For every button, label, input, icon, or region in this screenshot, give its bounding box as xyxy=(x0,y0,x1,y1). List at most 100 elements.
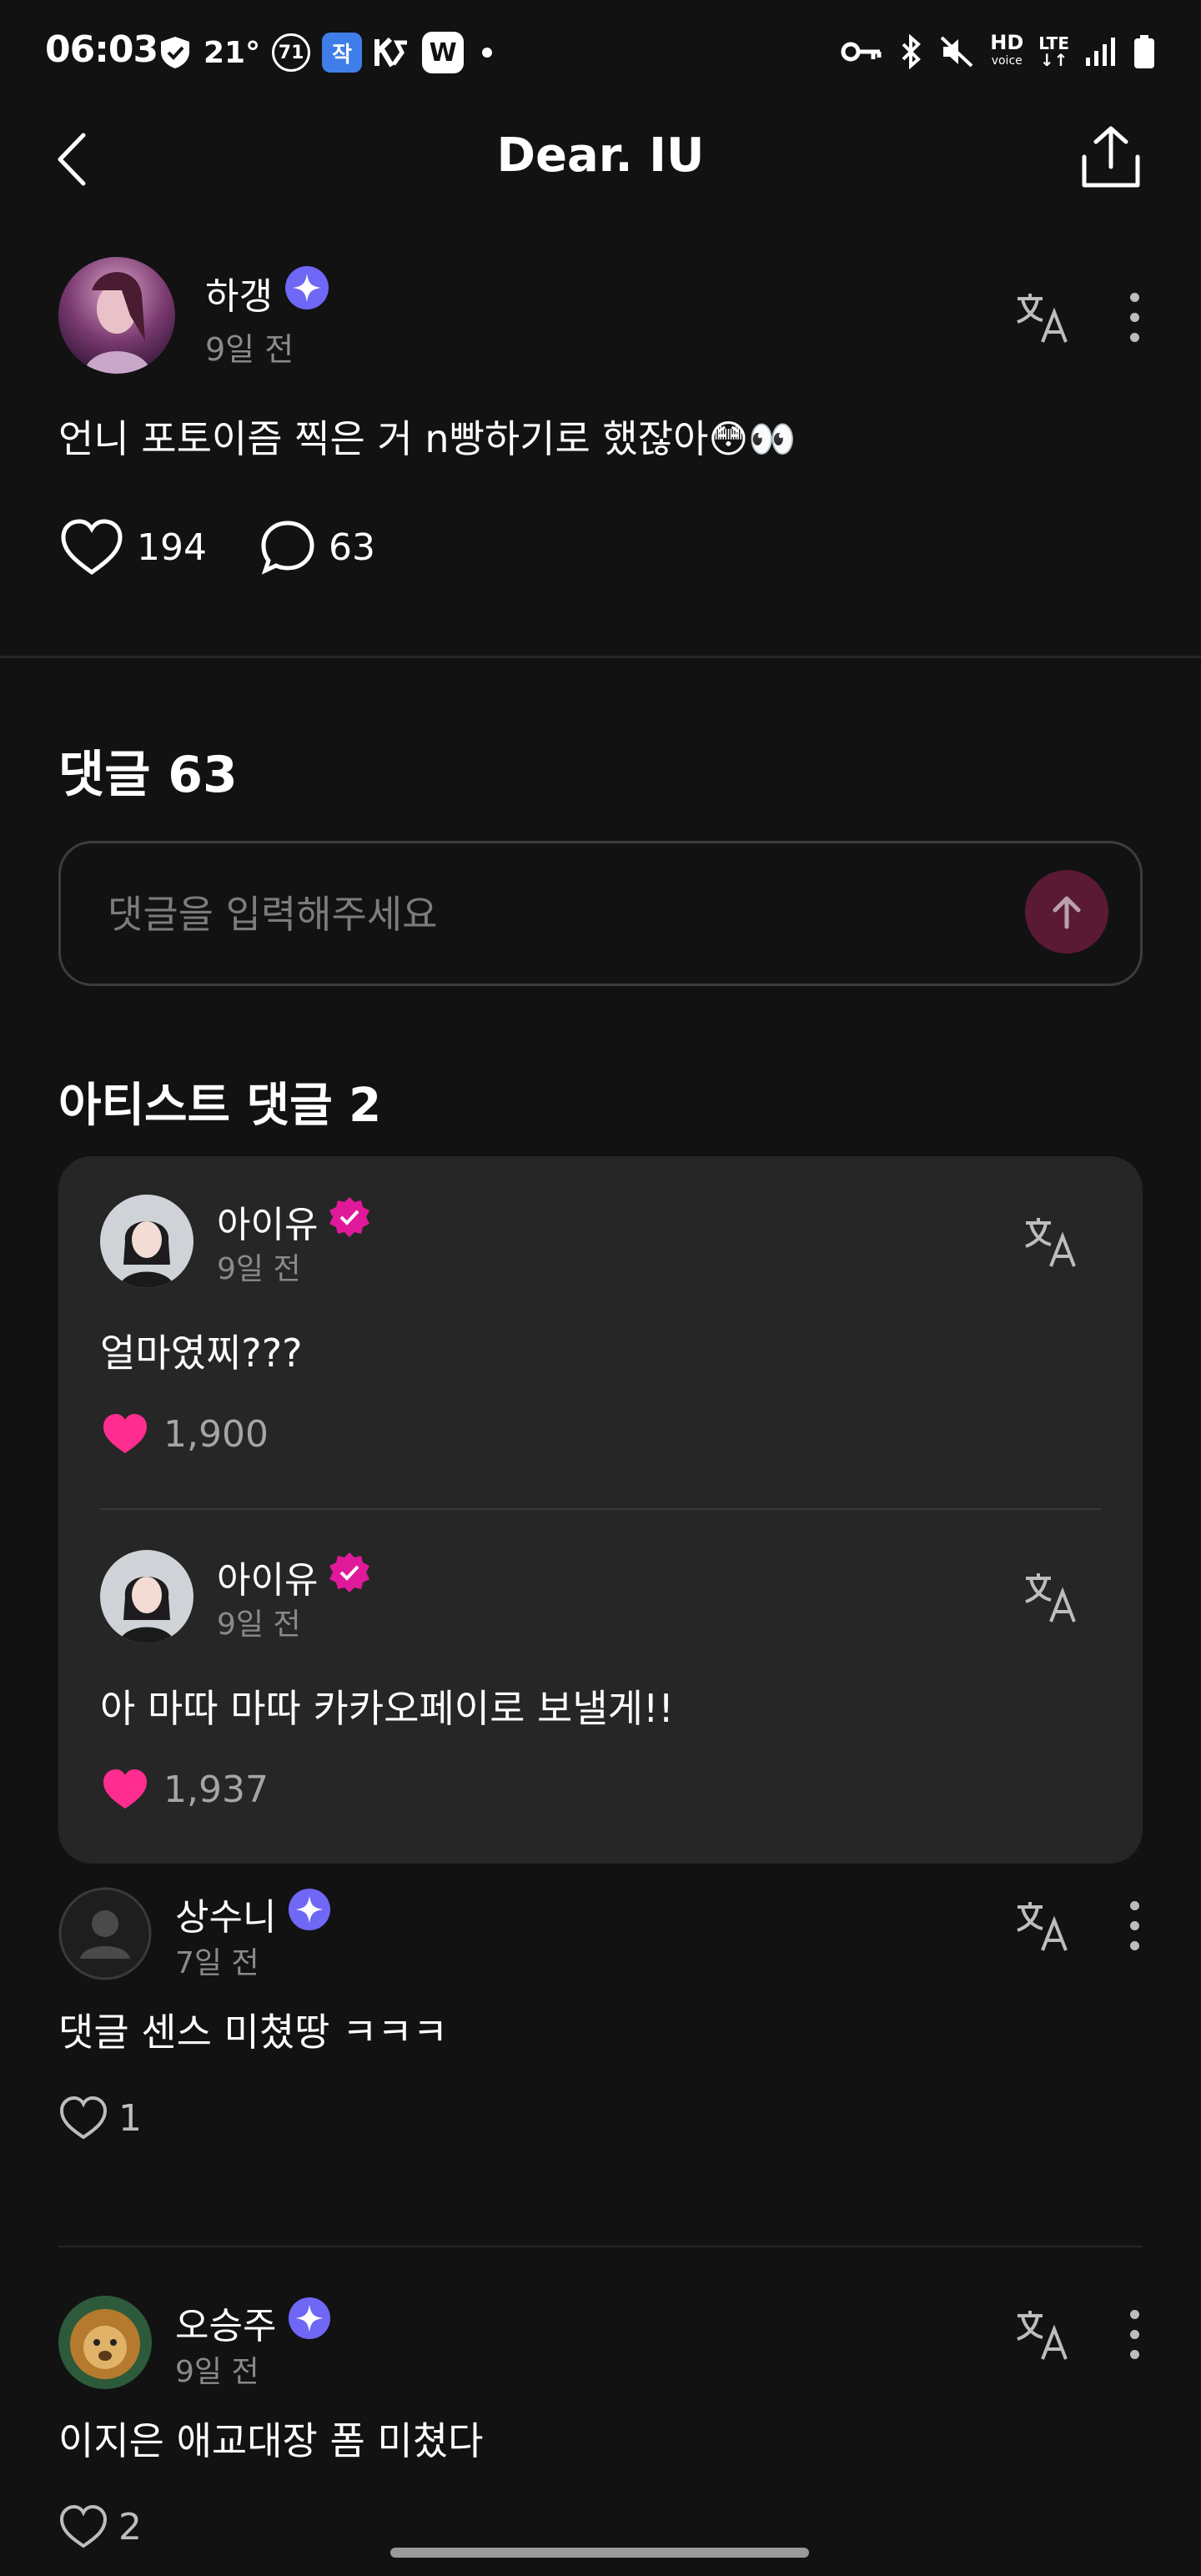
artist-like-button[interactable]: 1,900 xyxy=(100,1411,269,1457)
artist-comments-card: 아이유 9일 전 얼마였찌??? 1,900 아이유 9일 전 아 마따 마따 … xyxy=(58,1156,1143,1864)
shield-check-icon xyxy=(158,35,192,70)
more-dot-icon xyxy=(1129,292,1139,302)
card-divider xyxy=(100,1508,1101,1510)
ks-app-icon xyxy=(374,36,410,69)
comment-divider xyxy=(58,2246,1143,2247)
artist-like-count: 1,937 xyxy=(163,1768,269,1811)
bluetooth-icon xyxy=(898,34,923,69)
hd-voice-icon: HD voice xyxy=(990,31,1024,68)
like-count: 194 xyxy=(137,526,207,569)
artist-like-button[interactable]: 1,937 xyxy=(100,1767,269,1812)
member-badge-icon xyxy=(288,2297,331,2349)
comment-button[interactable]: 63 xyxy=(259,518,375,576)
commenter-avatar[interactable] xyxy=(58,2296,152,2389)
comment-input[interactable] xyxy=(108,885,942,943)
more-dot-icon xyxy=(1129,312,1139,322)
commenter-name-text[interactable]: 상수니 xyxy=(175,1887,276,1940)
post-time: 9일 전 xyxy=(205,331,294,368)
heart-filled-icon xyxy=(103,1769,147,1809)
artist-comment-text: 아 마따 마따 카카오페이로 보낼게!! xyxy=(100,1686,674,1731)
mute-icon xyxy=(938,34,975,69)
w-app-icon: W xyxy=(422,32,465,73)
post-author-name[interactable]: 하갱 xyxy=(205,266,273,319)
commenter-name: 오승주 xyxy=(175,2296,331,2349)
author-avatar[interactable] xyxy=(58,257,175,374)
commenter-avatar[interactable] xyxy=(58,1887,152,1980)
post-text: 언니 포토이즘 찍은 거 n빵하기로 했잖아😳👀 xyxy=(58,416,796,461)
vpn-key-icon xyxy=(840,39,883,64)
translate-icon xyxy=(1017,294,1068,343)
translate-icon xyxy=(1025,1218,1076,1267)
translate-button[interactable] xyxy=(1013,2304,1073,2364)
comment-bubble-icon xyxy=(261,521,314,575)
page-title: Dear. IU xyxy=(496,128,705,183)
comment-time: 7일 전 xyxy=(175,1946,259,1980)
like-button[interactable]: 194 xyxy=(58,517,207,577)
comment-like-count: 1 xyxy=(118,2096,142,2140)
translate-icon xyxy=(1017,1902,1068,1951)
comment-input-box xyxy=(58,841,1143,986)
comment-text: 댓글 센스 미쳤땅 ㅋㅋㅋ xyxy=(58,2010,449,2055)
comment-like-button[interactable]: 2 xyxy=(58,2504,142,2549)
heart-filled-icon xyxy=(103,1414,147,1453)
member-badge-icon xyxy=(284,265,329,319)
artist-name-text[interactable]: 아이유 xyxy=(217,1550,318,1603)
more-options-button[interactable] xyxy=(1122,2304,1147,2364)
more-options-button[interactable] xyxy=(1122,287,1147,347)
artist-comment-text: 얼마였찌??? xyxy=(100,1331,303,1376)
more-notifications-dot-icon xyxy=(482,48,493,58)
artist-avatar[interactable] xyxy=(100,1195,193,1288)
more-options-button[interactable] xyxy=(1122,1895,1147,1955)
heart-outline-icon xyxy=(59,2504,108,2548)
home-indicator[interactable] xyxy=(390,2548,809,2558)
send-button[interactable] xyxy=(1025,870,1108,953)
translate-button[interactable] xyxy=(1021,1211,1081,1271)
app-header: Dear. IU xyxy=(0,100,1201,217)
artist-comment-time: 9일 전 xyxy=(217,1252,301,1286)
artist-name: 아이유 xyxy=(217,1550,371,1603)
comments-title: 댓글 63 xyxy=(58,746,238,804)
more-dot-icon xyxy=(1129,1900,1139,1910)
commenter-name: 상수니 xyxy=(175,1887,331,1940)
more-dot-icon xyxy=(1129,1920,1139,1930)
member-badge-icon xyxy=(288,1888,331,1940)
signal-icon xyxy=(1084,36,1118,68)
section-divider xyxy=(0,656,1201,658)
status-count-badge: 71 xyxy=(272,33,311,72)
status-time: 06:03 xyxy=(45,28,158,71)
artist-like-count: 1,900 xyxy=(163,1412,269,1456)
post-stats: 194 63 xyxy=(58,517,375,577)
comment-like-button[interactable]: 1 xyxy=(58,2096,142,2141)
artist-avatar[interactable] xyxy=(100,1550,193,1643)
translate-button[interactable] xyxy=(1021,1567,1081,1627)
status-right-icons: HD voice LTE ↓↑ xyxy=(840,33,1156,70)
more-dot-icon xyxy=(1129,2329,1139,2339)
commenter-name-text[interactable]: 오승주 xyxy=(175,2296,276,2349)
artist-name: 아이유 xyxy=(217,1195,371,1248)
translate-icon xyxy=(1017,2311,1068,2360)
artist-verified-badge-icon xyxy=(328,1195,371,1248)
translate-button[interactable] xyxy=(1013,287,1073,347)
share-button[interactable] xyxy=(1079,123,1143,190)
app-notification-icon: 작 xyxy=(322,33,363,73)
artist-comment: 아이유 9일 전 얼마였찌??? 1,900 xyxy=(100,1156,1101,1490)
heart-outline-icon xyxy=(61,519,123,576)
translate-button[interactable] xyxy=(1013,1895,1073,1955)
artist-comment-time: 9일 전 xyxy=(217,1607,301,1642)
more-dot-icon xyxy=(1129,1940,1139,1950)
comment-item: 상수니 7일 전 댓글 센스 미쳤땅 ㅋㅋㅋ 1 xyxy=(58,1887,1143,2221)
more-dot-icon xyxy=(1129,2309,1139,2319)
status-bar: 06:03 21° 71 작 W HD voice LTE ↓↑ xyxy=(0,0,1201,100)
lte-icon: LTE ↓↑ xyxy=(1038,33,1069,70)
translate-icon xyxy=(1025,1573,1076,1623)
more-dot-icon xyxy=(1129,2349,1139,2359)
comment-like-count: 2 xyxy=(118,2505,142,2548)
comment-time: 9일 전 xyxy=(175,2355,259,2389)
arrow-up-icon xyxy=(1053,896,1081,929)
artist-name-text[interactable]: 아이유 xyxy=(217,1195,318,1248)
share-icon xyxy=(1082,126,1140,188)
comment-count: 63 xyxy=(328,526,375,569)
more-dot-icon xyxy=(1129,332,1139,342)
post-author: 하갱 xyxy=(205,265,329,319)
artist-verified-badge-icon xyxy=(328,1551,371,1603)
